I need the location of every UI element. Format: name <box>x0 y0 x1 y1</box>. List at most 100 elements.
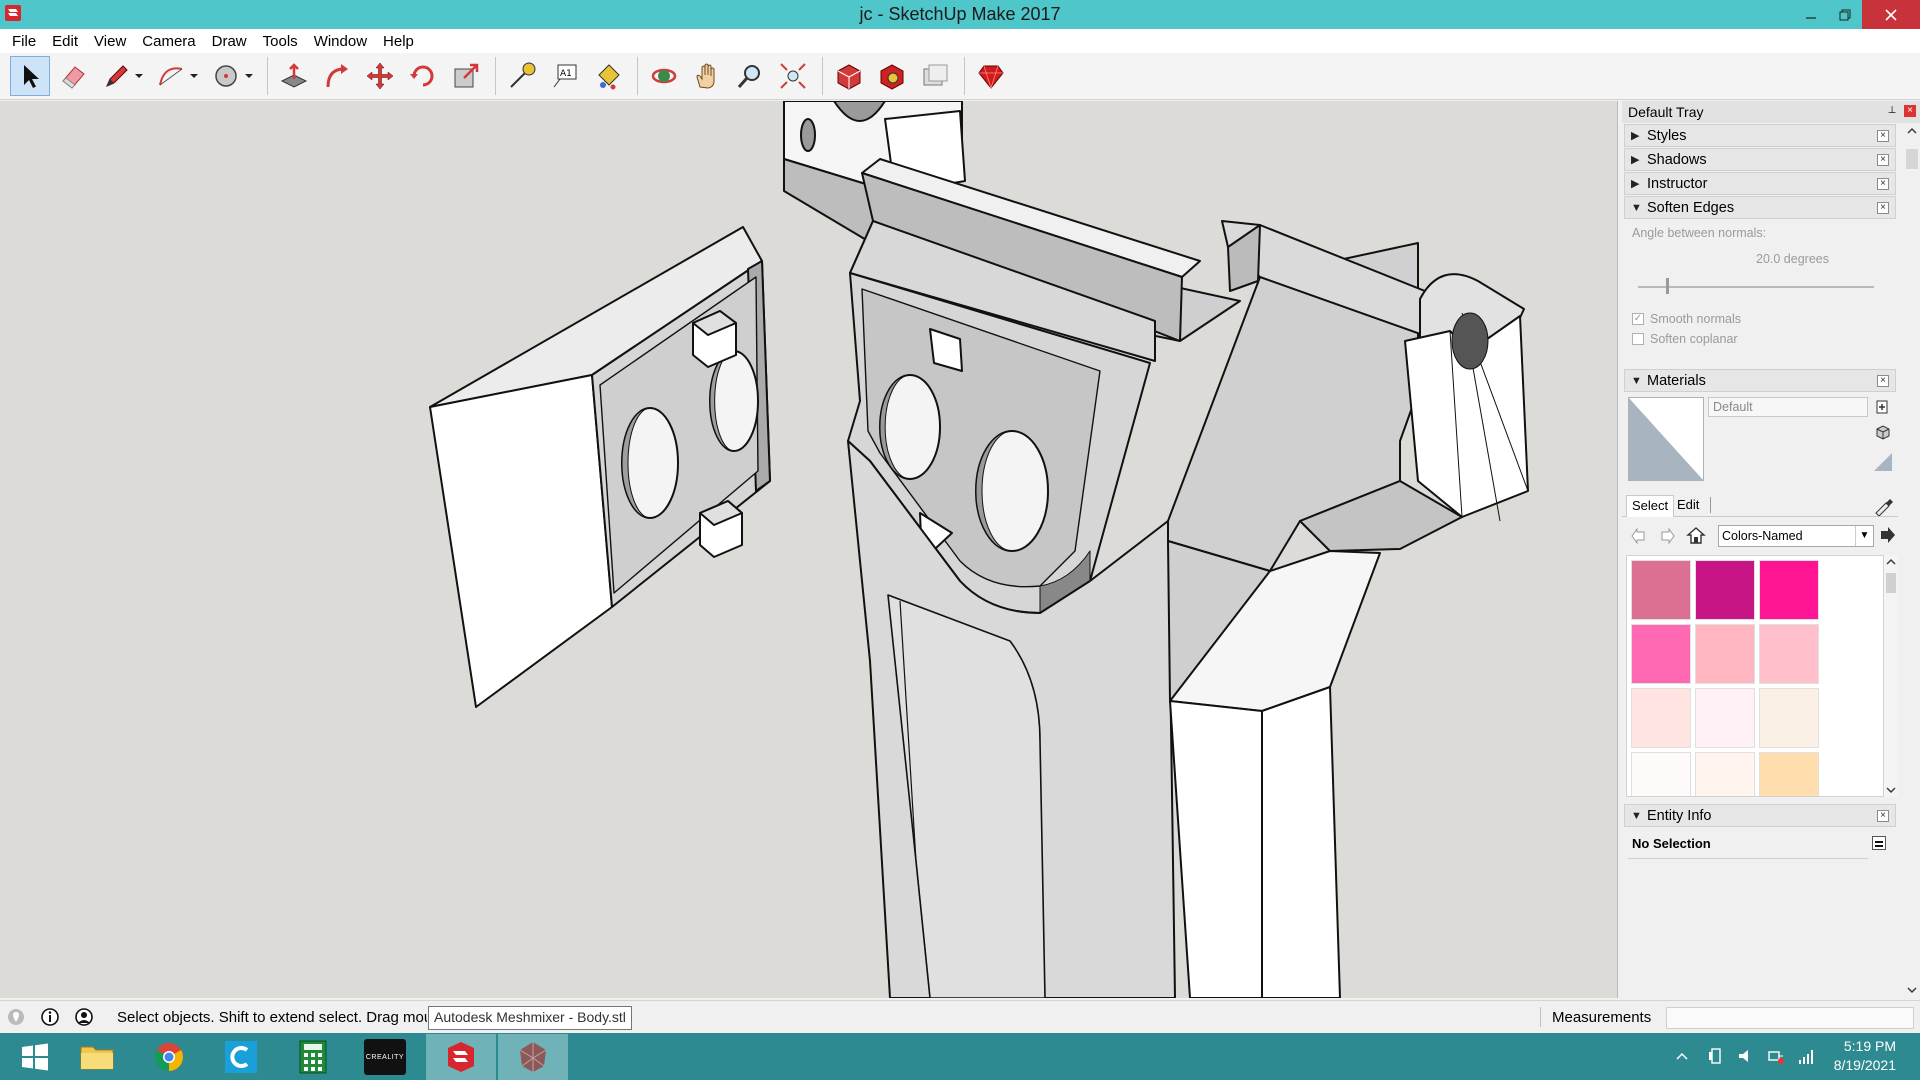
taskbar-sketchup[interactable] <box>426 1034 496 1080</box>
menu-view[interactable]: View <box>86 33 134 50</box>
panel-materials-header[interactable]: ▼ Materials × <box>1624 369 1896 392</box>
material-swatch[interactable] <box>1759 752 1819 796</box>
tab-select[interactable]: Select <box>1626 495 1675 517</box>
volume-icon[interactable] <box>1736 1046 1756 1066</box>
panel-shadows-header[interactable]: ▶ Shadows × <box>1624 148 1896 171</box>
angle-slider-track[interactable] <box>1638 286 1874 288</box>
panel-instructor-header[interactable]: ▶ Instructor × <box>1624 172 1896 195</box>
menu-edit[interactable]: Edit <box>44 33 86 50</box>
scroll-down-icon[interactable] <box>1904 982 1920 998</box>
user-account-icon[interactable] <box>74 1007 94 1027</box>
arc-tool-button[interactable] <box>151 56 191 96</box>
back-arrow-icon[interactable] <box>1630 527 1648 545</box>
scroll-thumb[interactable] <box>1886 573 1896 593</box>
taskbar-calculator[interactable] <box>278 1034 348 1080</box>
tape-measure-tool-button[interactable] <box>502 56 542 96</box>
signal-icon[interactable] <box>1796 1046 1816 1066</box>
swatch-scrollbar[interactable] <box>1884 555 1898 797</box>
default-material-button[interactable] <box>1872 451 1894 473</box>
material-name-field[interactable]: Default <box>1708 397 1868 417</box>
checkbox-box[interactable]: ✓ <box>1632 313 1644 325</box>
select-tool-button[interactable] <box>10 56 50 96</box>
close-button[interactable] <box>1862 0 1920 29</box>
close-panel-button[interactable]: × <box>1877 375 1889 387</box>
display-secondary-pane-button[interactable] <box>1874 423 1892 441</box>
tray-scrollbar[interactable] <box>1904 123 1920 998</box>
scroll-up-icon[interactable] <box>1904 123 1920 139</box>
show-hidden-icons[interactable] <box>1672 1046 1692 1066</box>
material-swatch[interactable] <box>1631 560 1691 620</box>
start-button[interactable] <box>0 1034 70 1080</box>
details-arrow-icon[interactable] <box>1878 525 1898 545</box>
material-swatch[interactable] <box>1759 688 1819 748</box>
pin-tray-button[interactable]: ⊥ <box>1886 105 1898 117</box>
taskbar-c-app[interactable] <box>206 1034 276 1080</box>
taskbar-file-explorer[interactable] <box>62 1034 132 1080</box>
panel-soften-edges-header[interactable]: ▼ Soften Edges × <box>1624 196 1896 219</box>
pencil-tool-button[interactable] <box>96 56 136 96</box>
ruby-console-button[interactable] <box>971 56 1011 96</box>
material-swatch[interactable] <box>1695 752 1755 796</box>
orbit-tool-button[interactable] <box>644 56 684 96</box>
taskbar-creality[interactable]: CREALITY <box>350 1034 420 1080</box>
drawing-viewport[interactable] <box>0 101 1618 998</box>
material-swatch[interactable] <box>1759 624 1819 684</box>
extension-warehouse-button[interactable] <box>872 56 912 96</box>
menu-window[interactable]: Window <box>306 33 375 50</box>
create-material-button[interactable] <box>1874 399 1890 415</box>
taskbar-meshmixer[interactable] <box>498 1034 568 1080</box>
restore-button[interactable] <box>1828 0 1862 29</box>
material-swatch[interactable] <box>1631 688 1691 748</box>
scroll-down-icon[interactable] <box>1884 783 1898 797</box>
rotate-tool-button[interactable] <box>403 56 443 96</box>
zoom-extents-tool-button[interactable] <box>773 56 813 96</box>
taskbar-chrome[interactable] <box>134 1034 204 1080</box>
tray-scroll-thumb[interactable] <box>1906 149 1918 169</box>
close-panel-button[interactable]: × <box>1877 810 1889 822</box>
menu-draw[interactable]: Draw <box>204 33 255 50</box>
menu-file[interactable]: File <box>4 33 44 50</box>
move-tool-button[interactable] <box>360 56 400 96</box>
minimize-button[interactable] <box>1794 0 1828 29</box>
push-pull-tool-button[interactable] <box>274 56 314 96</box>
panel-styles-header[interactable]: ▶ Styles × <box>1624 124 1896 147</box>
eraser-tool-button[interactable] <box>53 56 93 96</box>
text-tool-button[interactable]: A1 <box>545 56 585 96</box>
menu-help[interactable]: Help <box>375 33 422 50</box>
scale-tool-button[interactable] <box>446 56 486 96</box>
measurements-input[interactable] <box>1666 1007 1914 1029</box>
pan-tool-button[interactable] <box>687 56 727 96</box>
zoom-tool-button[interactable] <box>730 56 770 96</box>
close-panel-button[interactable]: × <box>1877 130 1889 142</box>
follow-me-tool-button[interactable] <box>317 56 357 96</box>
menu-tools[interactable]: Tools <box>255 33 306 50</box>
material-swatch[interactable] <box>1759 560 1819 620</box>
menu-camera[interactable]: Camera <box>134 33 203 50</box>
close-tray-button[interactable]: × <box>1904 105 1916 117</box>
forward-arrow-icon[interactable] <box>1658 527 1676 545</box>
network-icon[interactable] <box>1766 1046 1786 1066</box>
material-swatch[interactable] <box>1631 752 1691 796</box>
scroll-up-icon[interactable] <box>1884 555 1898 569</box>
close-panel-button[interactable]: × <box>1877 202 1889 214</box>
home-icon[interactable] <box>1686 525 1706 545</box>
checkbox-box[interactable] <box>1632 333 1644 345</box>
panel-entity-info-header[interactable]: ▼ Entity Info × <box>1624 804 1896 827</box>
material-swatch[interactable] <box>1695 624 1755 684</box>
close-panel-button[interactable]: × <box>1877 178 1889 190</box>
model-canvas[interactable] <box>0 101 1618 998</box>
soften-coplanar-checkbox[interactable]: Soften coplanar <box>1632 332 1738 346</box>
system-clock[interactable]: 5:19 PM 8/19/2021 <box>1834 1037 1896 1075</box>
smooth-normals-checkbox[interactable]: ✓ Smooth normals <box>1632 312 1741 326</box>
material-swatch[interactable] <box>1695 560 1755 620</box>
material-swatch[interactable] <box>1631 624 1691 684</box>
shape-tool-button[interactable] <box>206 56 246 96</box>
geo-location-icon[interactable] <box>6 1007 26 1027</box>
angle-slider-handle[interactable] <box>1666 278 1670 294</box>
tab-edit[interactable]: Edit <box>1672 495 1704 514</box>
paint-bucket-tool-button[interactable] <box>588 56 628 96</box>
material-swatch[interactable] <box>1695 688 1755 748</box>
sketchup-app-icon[interactable] <box>4 4 22 22</box>
credits-info-icon[interactable] <box>40 1007 60 1027</box>
send-to-layout-button[interactable] <box>915 56 955 96</box>
